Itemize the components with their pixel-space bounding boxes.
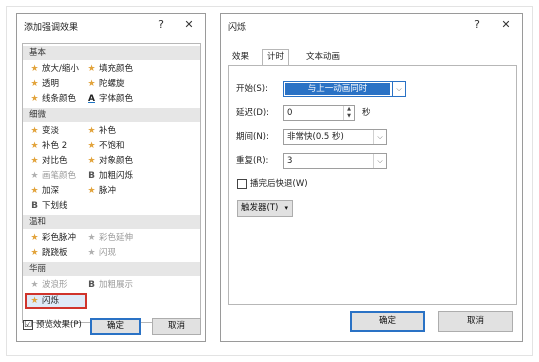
category-subtle: 细微 bbox=[23, 108, 200, 122]
close-button[interactable]: ✕ bbox=[496, 16, 516, 34]
duration-value: 非常快(0.5 秒) bbox=[287, 132, 344, 142]
help-button[interactable]: ? bbox=[151, 16, 171, 34]
star-icon: ★ bbox=[87, 248, 96, 258]
effect-wave[interactable]: ★ 波浪形 bbox=[29, 278, 67, 292]
star-icon: ★ bbox=[30, 126, 39, 136]
font-color-icon: A bbox=[88, 94, 95, 104]
chevron-down-icon: ⌵ bbox=[392, 82, 405, 96]
delay-unit: 秒 bbox=[362, 108, 371, 118]
preview-checkbox[interactable]: ☑ bbox=[23, 320, 33, 330]
effect-transparency[interactable]: ★ 透明 bbox=[29, 77, 59, 91]
start-select[interactable]: 与上一动画同时 ⌵ bbox=[283, 81, 406, 97]
star-icon: ★ bbox=[87, 79, 96, 89]
title-bar: 闪烁 ? ✕ bbox=[221, 14, 522, 36]
star-icon: ★ bbox=[30, 280, 39, 290]
timing-page: 开始(S): 与上一动画同时 ⌵ 延迟(D): 0 ▲ ▼ 秒 期间(N): 非常… bbox=[228, 65, 517, 305]
star-icon: ★ bbox=[87, 141, 96, 151]
tab-text-animation[interactable]: 文本动画 bbox=[302, 50, 344, 65]
duration-label: 期间(N): bbox=[236, 132, 269, 142]
chevron-down-icon: ⌵ bbox=[373, 154, 386, 168]
star-icon: ★ bbox=[30, 79, 39, 89]
effect-desaturate[interactable]: ★ 变淡 bbox=[29, 124, 59, 138]
effect-object-color[interactable]: ★ 对象颜色 bbox=[86, 154, 133, 168]
delay-label: 延迟(D): bbox=[236, 108, 270, 118]
title-bar: 添加强调效果 ? ✕ bbox=[17, 14, 205, 36]
effect-complementary-2[interactable]: ★ 补色 2 bbox=[29, 139, 67, 153]
chevron-down-icon: ⌵ bbox=[373, 130, 386, 144]
repeat-value: 3 bbox=[287, 156, 293, 166]
dialog-title: 闪烁 bbox=[228, 23, 247, 33]
category-exciting: 华丽 bbox=[23, 262, 200, 276]
cancel-button[interactable]: 取消 bbox=[152, 318, 201, 335]
star-icon: ★ bbox=[30, 141, 39, 151]
trigger-label: 触发器(T) bbox=[241, 203, 279, 213]
bold-icon: B bbox=[88, 171, 95, 181]
category-basic: 基本 bbox=[23, 46, 200, 60]
cancel-button[interactable]: 取消 bbox=[438, 311, 513, 332]
effect-bold-reveal[interactable]: B 加粗展示 bbox=[86, 278, 133, 292]
effect-flicker[interactable]: ★ 闪现 bbox=[86, 246, 116, 260]
start-label: 开始(S): bbox=[236, 84, 268, 94]
tab-timing[interactable]: 计时 bbox=[262, 49, 290, 65]
blink-dialog: 闪烁 ? ✕ 效果 计时 文本动画 开始(S): 与上一动画同时 ⌵ 延迟(D)… bbox=[220, 13, 523, 342]
star-icon: ★ bbox=[30, 171, 39, 181]
effect-bold-flash[interactable]: B 加粗闪烁 bbox=[86, 169, 133, 183]
tab-effect[interactable]: 效果 bbox=[228, 50, 253, 65]
category-moderate: 温和 bbox=[23, 215, 200, 229]
effect-blink-selected[interactable]: ★ 闪烁 bbox=[25, 293, 87, 309]
effect-darken[interactable]: ★ 加深 bbox=[29, 184, 59, 198]
rewind-checkbox[interactable] bbox=[237, 179, 247, 189]
star-icon: ★ bbox=[87, 156, 96, 166]
star-icon: ★ bbox=[87, 126, 96, 136]
delay-spinner[interactable]: 0 ▲ ▼ bbox=[283, 105, 355, 121]
tab-strip: 效果 计时 文本动画 bbox=[228, 49, 518, 65]
bold-icon: B bbox=[31, 201, 38, 211]
effect-zoom[interactable]: ★ 放大/缩小 bbox=[29, 62, 78, 76]
help-button[interactable]: ? bbox=[467, 16, 487, 34]
trigger-button[interactable]: 触发器(T) ▾ bbox=[237, 200, 293, 217]
star-icon: ★ bbox=[30, 64, 39, 74]
spin-up-icon[interactable]: ▲ bbox=[344, 106, 354, 113]
effect-complementary[interactable]: ★ 补色 bbox=[86, 124, 116, 138]
add-emphasis-effect-dialog: 添加强调效果 ? ✕ 基本 ★ 放大/缩小 ★ 填充颜色 ★ 透明 ★ 陀螺旋 ★ 线条颜… bbox=[16, 13, 206, 342]
duration-select[interactable]: 非常快(0.5 秒) ⌵ bbox=[283, 129, 387, 145]
star-icon: ★ bbox=[87, 233, 96, 243]
spinner-arrows[interactable]: ▲ ▼ bbox=[343, 106, 354, 120]
star-icon: ★ bbox=[30, 156, 39, 166]
double-chevron-down-icon: ▾ bbox=[284, 204, 288, 212]
ok-button[interactable]: 确定 bbox=[350, 311, 425, 332]
effect-line-color[interactable]: ★ 线条颜色 bbox=[29, 92, 76, 106]
effect-spin[interactable]: ★ 陀螺旋 bbox=[86, 77, 124, 91]
star-icon: ★ bbox=[87, 64, 96, 74]
effect-contrasting-color[interactable]: ★ 对比色 bbox=[29, 154, 67, 168]
dialog-title: 添加强调效果 bbox=[24, 23, 79, 33]
preview-label: 预览效果(P) bbox=[36, 320, 82, 330]
repeat-label: 重复(R): bbox=[236, 156, 269, 166]
effect-font-color[interactable]: A 字体颜色 bbox=[86, 92, 133, 106]
effect-color-pulse[interactable]: ★ 彩色脉冲 bbox=[29, 231, 76, 245]
star-icon: ★ bbox=[30, 94, 39, 104]
effect-unsaturated[interactable]: ★ 不饱和 bbox=[86, 139, 124, 153]
effect-fill-color[interactable]: ★ 填充颜色 bbox=[86, 62, 133, 76]
effect-teeter[interactable]: ★ 跷跷板 bbox=[29, 246, 67, 260]
effect-underline[interactable]: B 下划线 bbox=[29, 199, 67, 213]
star-icon: ★ bbox=[30, 248, 39, 258]
repeat-select[interactable]: 3 ⌵ bbox=[283, 153, 387, 169]
rewind-label: 播完后快退(W) bbox=[250, 179, 308, 189]
star-icon: ★ bbox=[87, 186, 96, 196]
star-icon: ★ bbox=[30, 296, 39, 306]
star-icon: ★ bbox=[30, 233, 39, 243]
effect-list[interactable]: 基本 ★ 放大/缩小 ★ 填充颜色 ★ 透明 ★ 陀螺旋 ★ 线条颜色 A 字体颜色 细微 … bbox=[22, 43, 201, 323]
effect-pulse[interactable]: ★ 脉冲 bbox=[86, 184, 116, 198]
delay-value: 0 bbox=[287, 108, 293, 118]
close-button[interactable]: ✕ bbox=[179, 16, 199, 34]
bold-icon: B bbox=[88, 280, 95, 290]
ok-button[interactable]: 确定 bbox=[90, 318, 141, 335]
spin-down-icon[interactable]: ▼ bbox=[344, 113, 354, 120]
effect-color-wave[interactable]: ★ 彩色延伸 bbox=[86, 231, 133, 245]
star-icon: ★ bbox=[30, 186, 39, 196]
start-select-value: 与上一动画同时 bbox=[285, 83, 390, 95]
effect-brush-color[interactable]: ★ 画笔颜色 bbox=[29, 169, 76, 183]
